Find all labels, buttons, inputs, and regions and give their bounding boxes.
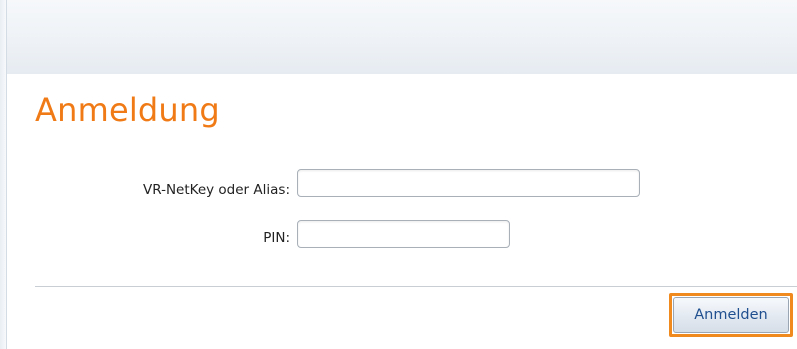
page-title: Anmeldung [35,91,220,129]
username-input[interactable] [297,169,640,197]
pin-input[interactable] [297,220,510,248]
form-divider [35,286,797,287]
pin-label: PIN: [263,230,290,246]
login-button[interactable]: Anmelden [673,297,789,333]
left-border [0,0,7,349]
username-label: VR-NetKey oder Alias: [143,182,290,198]
header-band [7,0,797,74]
login-page: Anmeldung VR-NetKey oder Alias: PIN: Anm… [0,0,797,349]
